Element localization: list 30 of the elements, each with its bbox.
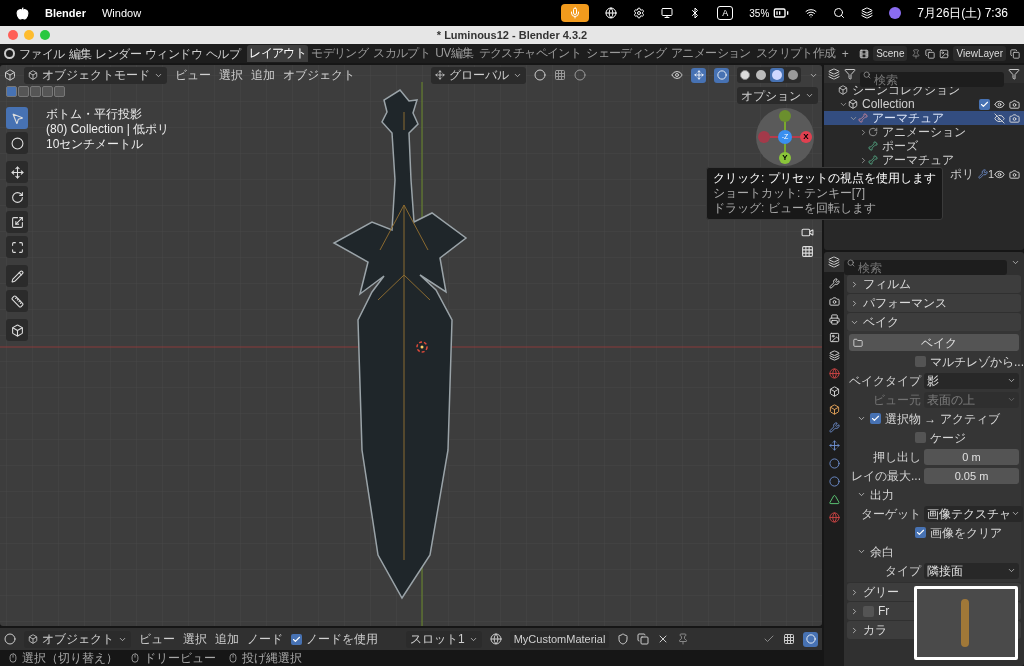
field-label: レイの最大... (850, 467, 921, 485)
outliner-label: ポーズ (882, 139, 918, 153)
viewport-info-text: ボトム・平行投影 (46, 107, 143, 122)
status-hint: 投げ縄選択 (242, 650, 302, 666)
tooltip-text: ドラッグ: ビューを回転します (713, 201, 877, 216)
field-label: 押し出し (872, 448, 921, 466)
field-label: ビュー元 (872, 391, 921, 409)
battery-percentage: 35% (749, 6, 770, 21)
checkbox-label: マルチレゾから... (930, 353, 1024, 371)
field-label: ターゲット (860, 505, 921, 523)
checkbox-label: 画像をクリア (930, 524, 1002, 542)
status-hint: 選択（切り替え） (22, 650, 118, 666)
x-axis-label: X (800, 131, 812, 143)
tooltip-title: クリック: プリセットの視点を使用します (713, 171, 936, 186)
field-label: ベイクタイプ (849, 372, 921, 390)
checkbox-label: ケージ (930, 429, 966, 447)
viewport-info-text: 10センチメートル (46, 137, 145, 152)
field-label: タイプ (884, 562, 921, 580)
outliner-label: ポリ (949, 167, 974, 181)
date-time: 7月26日(土) 7:36 (917, 5, 1008, 22)
outliner-label: アニメーション (882, 125, 966, 139)
outliner-label: アーマチュア (872, 111, 944, 125)
outliner-label: Collection (862, 97, 915, 111)
checkbox-label: ノードを使用 (306, 631, 378, 648)
viewport-info-text: (80) Collection | 低ポリ (46, 122, 170, 137)
status-hint: ドリービュー (144, 650, 216, 666)
outliner-label: アーマチュア (882, 153, 954, 167)
window-title: * Luminous12 - Blender 4.3.2 (436, 27, 588, 43)
modifier-count: 1 (987, 166, 994, 182)
tooltip-text: ショートカット: テンキー[7] (713, 186, 866, 201)
